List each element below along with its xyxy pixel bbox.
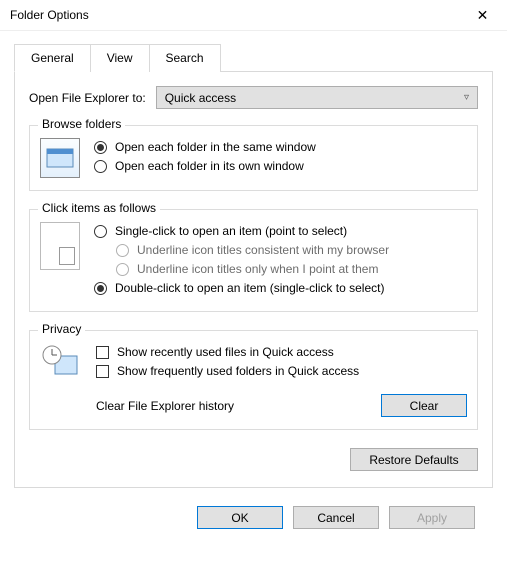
document-cursor-icon	[40, 222, 80, 270]
click-items-group: Click items as follows Single-click to o…	[29, 209, 478, 312]
chevron-down-icon: ▿	[464, 92, 469, 103]
restore-defaults-button[interactable]: Restore Defaults	[350, 448, 478, 471]
tab-search[interactable]: Search	[149, 44, 221, 72]
checkbox-icon	[96, 346, 109, 359]
content: General View Search Open File Explorer t…	[0, 31, 507, 553]
show-frequent-folders-label: Show frequently used folders in Quick ac…	[117, 363, 359, 379]
open-explorer-row: Open File Explorer to: Quick access ▿	[29, 86, 478, 109]
radio-icon	[94, 282, 107, 295]
double-click-option[interactable]: Double-click to open an item (single-cli…	[94, 280, 467, 296]
ok-button[interactable]: OK	[197, 506, 283, 529]
radio-icon	[116, 244, 129, 257]
clear-history-label: Clear File Explorer history	[96, 399, 234, 413]
show-frequent-folders-option[interactable]: Show frequently used folders in Quick ac…	[96, 363, 467, 379]
radio-icon	[94, 225, 107, 238]
open-explorer-label: Open File Explorer to:	[29, 91, 146, 105]
underline-point-label: Underline icon titles only when I point …	[137, 261, 378, 277]
privacy-group: Privacy Show recently used files in Quic…	[29, 330, 478, 430]
browse-own-window-label: Open each folder in its own window	[115, 158, 304, 174]
tabs: General View Search	[14, 44, 493, 72]
underline-consistent-option: Underline icon titles consistent with my…	[116, 242, 467, 258]
single-click-option[interactable]: Single-click to open an item (point to s…	[94, 223, 467, 239]
tab-view[interactable]: View	[90, 44, 150, 72]
radio-icon	[94, 160, 107, 173]
single-click-label: Single-click to open an item (point to s…	[115, 223, 347, 239]
titlebar: Folder Options ✕	[0, 0, 507, 31]
clock-folder-icon	[40, 343, 82, 379]
browse-own-window-option[interactable]: Open each folder in its own window	[94, 158, 467, 174]
close-icon[interactable]: ✕	[460, 1, 505, 30]
privacy-legend: Privacy	[38, 322, 85, 336]
browse-same-window-option[interactable]: Open each folder in the same window	[94, 139, 467, 155]
folder-window-icon	[40, 138, 80, 178]
radio-icon	[116, 263, 129, 276]
open-explorer-dropdown[interactable]: Quick access ▿	[156, 86, 478, 109]
tab-general[interactable]: General	[14, 44, 91, 72]
cancel-button[interactable]: Cancel	[293, 506, 379, 529]
underline-point-option: Underline icon titles only when I point …	[116, 261, 467, 277]
checkbox-icon	[96, 365, 109, 378]
show-recent-files-label: Show recently used files in Quick access	[117, 344, 334, 360]
open-explorer-value: Quick access	[165, 91, 236, 105]
clear-button[interactable]: Clear	[381, 394, 467, 417]
double-click-label: Double-click to open an item (single-cli…	[115, 280, 384, 296]
underline-consistent-label: Underline icon titles consistent with my…	[137, 242, 389, 258]
radio-icon	[94, 141, 107, 154]
dialog-footer: OK Cancel Apply	[14, 494, 493, 543]
show-recent-files-option[interactable]: Show recently used files in Quick access	[96, 344, 467, 360]
click-items-legend: Click items as follows	[38, 201, 160, 215]
browse-same-window-label: Open each folder in the same window	[115, 139, 316, 155]
window-title: Folder Options	[10, 8, 460, 22]
tab-body-general: Open File Explorer to: Quick access ▿ Br…	[14, 71, 493, 488]
browse-folders-group: Browse folders Open each folder in the s…	[29, 125, 478, 191]
browse-folders-legend: Browse folders	[38, 117, 125, 131]
apply-button: Apply	[389, 506, 475, 529]
